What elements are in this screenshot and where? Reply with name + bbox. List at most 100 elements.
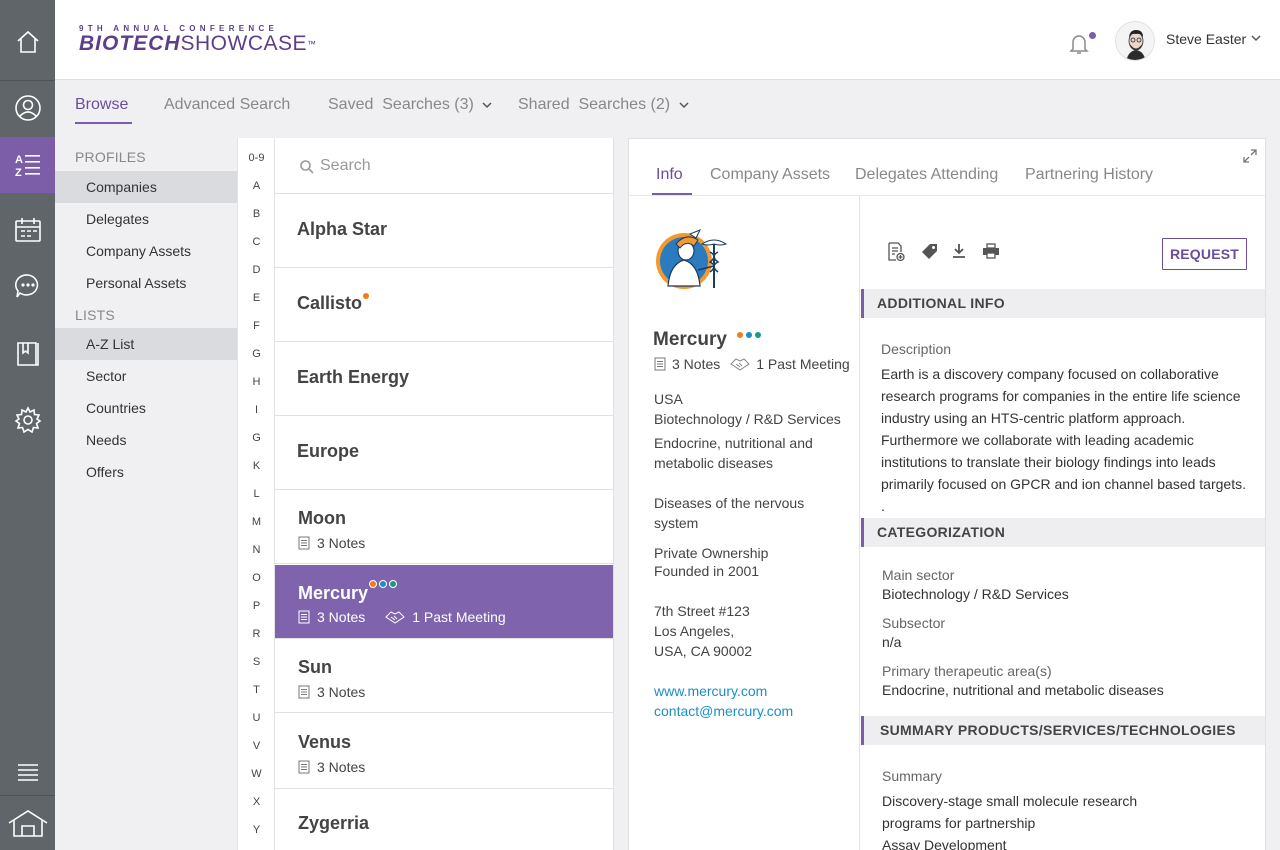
list-az[interactable]: A-Z List xyxy=(55,328,237,360)
category-companies[interactable]: Companies xyxy=(55,171,237,203)
subsector-value: n/a xyxy=(882,634,902,650)
alphabet-letter[interactable]: S xyxy=(238,656,275,668)
search-icon xyxy=(300,160,314,174)
alphabet-letter[interactable]: H xyxy=(238,376,275,388)
description-text: Earth is a discovery company focused on … xyxy=(881,366,1246,514)
categorization-heading: CATEGORIZATION xyxy=(861,518,1265,547)
status-dot-teal xyxy=(389,580,397,588)
book-icon[interactable] xyxy=(0,326,55,382)
home-icon[interactable] xyxy=(0,14,55,70)
svg-text:Z: Z xyxy=(15,167,22,179)
alphabet-letter[interactable]: N xyxy=(238,544,275,556)
alphabet-letter[interactable]: T xyxy=(238,684,275,696)
alphabet-letter[interactable]: A xyxy=(238,180,275,192)
alphabet-letter[interactable]: E xyxy=(238,292,275,304)
alphabet-letter[interactable]: W xyxy=(238,768,275,780)
tab-shared-searches[interactable]: Shared Searches (2) xyxy=(518,96,689,114)
status-dot-teal xyxy=(755,332,761,338)
company-row-alpha-star[interactable]: Alpha Star xyxy=(275,194,613,268)
alphabet-letter[interactable]: X xyxy=(238,796,275,808)
tab-saved-searches[interactable]: Saved Searches (3) xyxy=(328,96,492,114)
alphabet-letter[interactable]: U xyxy=(238,712,275,724)
tab-advanced-search[interactable]: Advanced Search xyxy=(164,96,290,114)
request-button[interactable]: REQUEST xyxy=(1162,238,1247,270)
settings-icon[interactable] xyxy=(0,392,55,448)
handshake-icon xyxy=(385,611,406,624)
tab-company-assets[interactable]: Company Assets xyxy=(710,166,830,184)
address-line: Los Angeles, xyxy=(654,623,735,639)
alphabet-letter[interactable]: L xyxy=(238,488,275,500)
download-icon[interactable] xyxy=(951,242,967,260)
tab-browse[interactable]: Browse xyxy=(75,96,128,114)
summary-line: programs for partnership xyxy=(882,815,1036,831)
company-row-europe[interactable]: Europe xyxy=(275,416,613,490)
alphabet-letter[interactable]: V xyxy=(238,740,275,752)
user-name[interactable]: Steve Easter xyxy=(1166,31,1246,47)
tab-delegates-attending[interactable]: Delegates Attending xyxy=(855,166,998,184)
company-row-venus[interactable]: Venus 3 Notes xyxy=(275,713,613,789)
alphabet-letter[interactable]: G xyxy=(238,432,275,444)
alphabet-letter[interactable]: Y xyxy=(238,824,275,836)
chevron-down-icon xyxy=(482,102,492,108)
alphabet-letter[interactable]: D xyxy=(238,264,275,276)
alphabet-letter[interactable]: 0-9 xyxy=(238,152,275,164)
subsector-label: Subsector xyxy=(882,615,946,631)
company-title: Mercury xyxy=(653,329,727,350)
expand-icon[interactable] xyxy=(1243,149,1257,163)
category-personal-assets[interactable]: Personal Assets xyxy=(55,267,237,299)
company-row-callisto[interactable]: Callisto xyxy=(275,268,613,342)
calendar-icon[interactable] xyxy=(0,202,55,258)
main-sector-label: Main sector xyxy=(882,567,955,583)
company-name: Europe xyxy=(297,441,360,461)
alphabet-letter[interactable]: R xyxy=(238,628,275,640)
tab-info[interactable]: Info xyxy=(656,166,683,184)
tab-partnering-history[interactable]: Partnering History xyxy=(1025,166,1153,184)
company-row-sun[interactable]: Sun 3 Notes xyxy=(275,638,613,713)
conference-logo[interactable]: 9TH ANNUAL CONFERENCE BIOTECHSHOWCASE™ xyxy=(79,24,317,54)
category-delegates[interactable]: Delegates xyxy=(55,203,237,235)
chat-icon[interactable] xyxy=(0,258,55,314)
alphabet-letter[interactable]: I xyxy=(238,404,275,416)
category-company-assets[interactable]: Company Assets xyxy=(55,235,237,267)
alphabet-letter[interactable]: K xyxy=(238,460,275,472)
company-row-earth-energy[interactable]: Earth Energy xyxy=(275,342,613,416)
list-needs[interactable]: Needs xyxy=(55,424,237,456)
notes-icon xyxy=(298,610,310,624)
bell-icon[interactable] xyxy=(1069,33,1089,55)
notes-count: 3 Notes xyxy=(317,535,366,551)
exit-home-icon[interactable] xyxy=(0,796,55,850)
list-sector[interactable]: Sector xyxy=(55,360,237,392)
search-input[interactable] xyxy=(320,155,590,177)
status-dot-blue xyxy=(379,580,387,588)
top-header: 9TH ANNUAL CONFERENCE BIOTECHSHOWCASE™ S… xyxy=(55,0,1280,80)
website-link[interactable]: www.mercury.com xyxy=(654,683,767,699)
logo-bold-word: BIOTECH xyxy=(79,32,181,55)
alphabet-letter[interactable]: M xyxy=(238,516,275,528)
alphabet-letter[interactable]: O xyxy=(238,572,275,584)
alphabet-letter[interactable]: F xyxy=(238,320,275,332)
tag-icon[interactable] xyxy=(921,242,939,260)
list-countries[interactable]: Countries xyxy=(55,392,237,424)
company-row-moon[interactable]: Moon 3 Notes xyxy=(275,490,613,564)
avatar[interactable] xyxy=(1115,21,1155,61)
alphabet-letter[interactable]: G xyxy=(238,348,275,360)
alphabet-letter[interactable]: B xyxy=(238,208,275,220)
summary-heading: SUMMARY PRODUCTS/SERVICES/TECHNOLOGIES xyxy=(861,716,1265,745)
alphabet-letter[interactable]: C xyxy=(238,236,275,248)
alphabet-letter[interactable]: P xyxy=(238,600,275,612)
az-list-icon[interactable]: A Z xyxy=(0,137,55,193)
left-rail: A Z xyxy=(0,0,55,850)
email-link[interactable]: contact@mercury.com xyxy=(654,703,793,719)
company-row-mercury[interactable]: Mercury 3 Notes 1 Past Meeting xyxy=(275,565,613,639)
profile-icon[interactable] xyxy=(0,80,55,136)
menu-icon[interactable] xyxy=(0,745,55,801)
company-country: USA xyxy=(654,391,683,407)
notes-icon xyxy=(298,685,310,699)
print-icon[interactable] xyxy=(982,242,1000,260)
svg-text:A: A xyxy=(15,154,23,166)
company-row-zygerria[interactable]: Zygerria xyxy=(275,789,613,850)
company-ownership: Private Ownership xyxy=(654,545,769,561)
chevron-down-icon[interactable] xyxy=(1251,34,1261,42)
list-offers[interactable]: Offers xyxy=(55,456,237,488)
add-note-icon[interactable] xyxy=(887,242,905,262)
